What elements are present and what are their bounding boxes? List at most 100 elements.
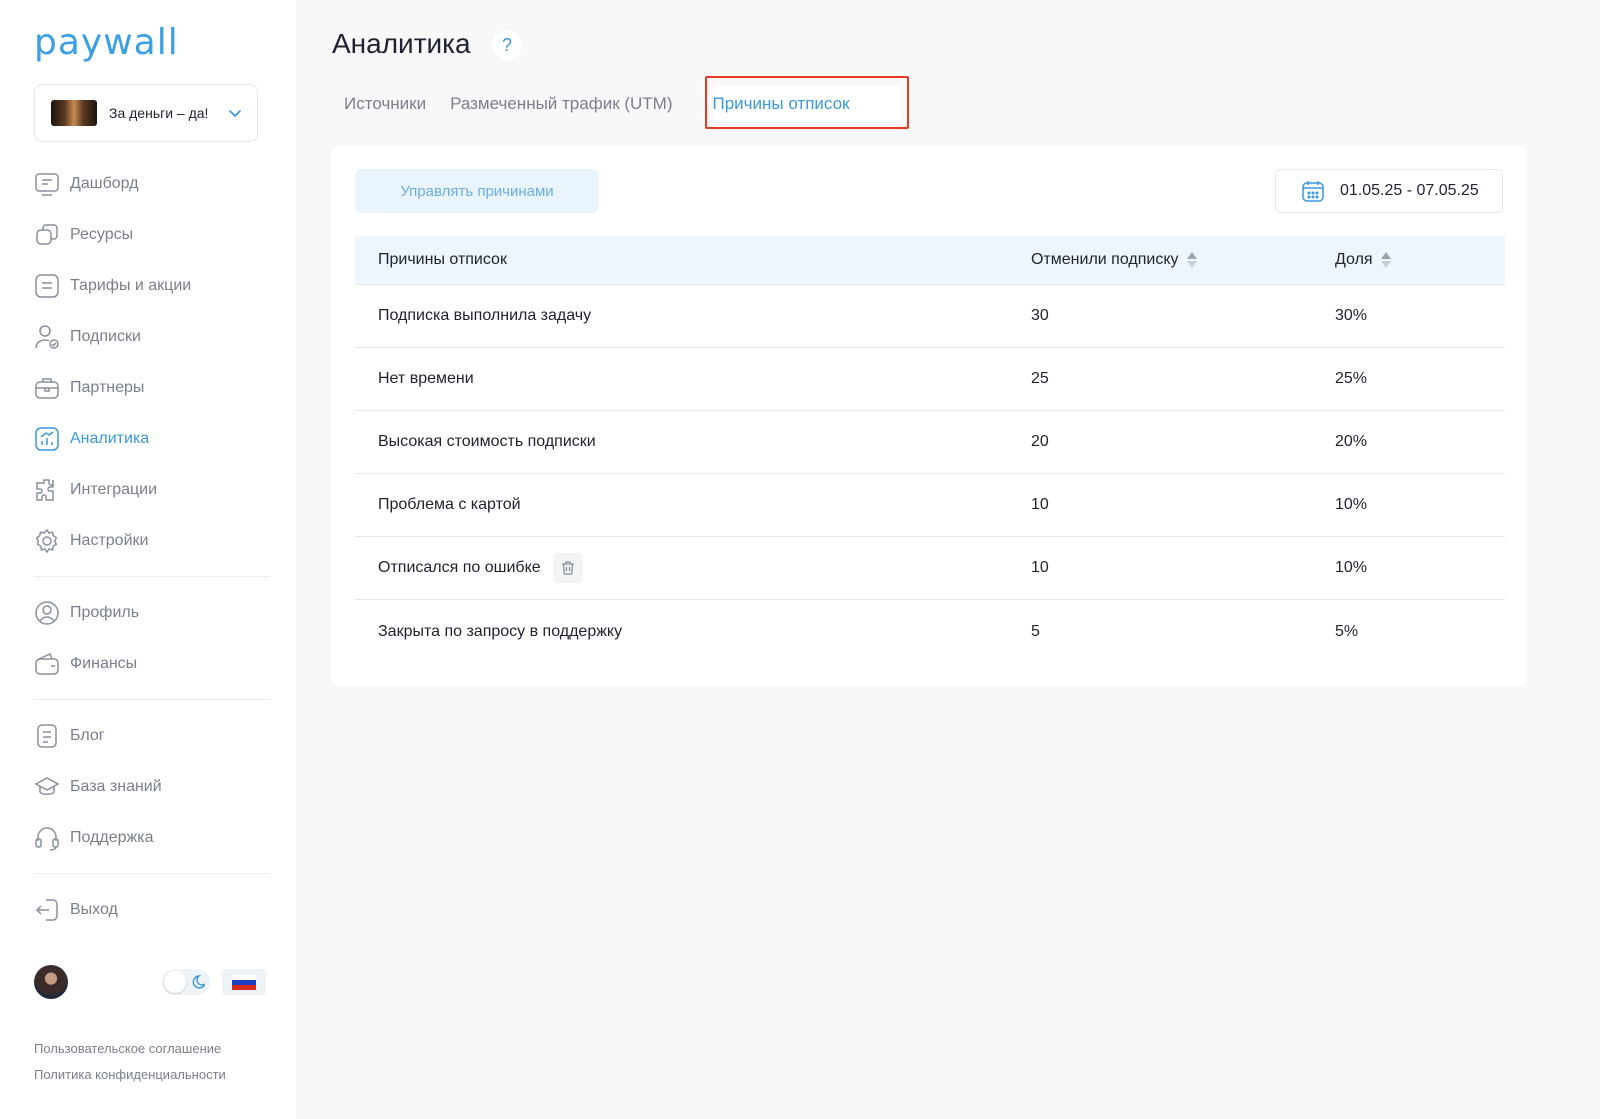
avatar[interactable] [34,965,68,999]
table-row: Проблема с картой 10 10% [355,474,1505,537]
toggle-knob [164,971,186,993]
privacy-link[interactable]: Политика конфиденциальности [34,1062,226,1088]
column-header-share[interactable]: Доля [1335,251,1505,269]
support-icon [35,826,59,851]
integrations-icon [36,478,54,501]
trash-icon [561,561,574,575]
reasons-table: Причины отписок Отменили подписку Доля П… [355,236,1505,663]
nav-item-tariffs[interactable]: Тарифы и акции [34,260,270,311]
cancelled-cell: 10 [1031,559,1049,576]
table-row: Высокая стоимость подписки 20 20% [355,411,1505,474]
analytics-icon [35,426,59,451]
help-icon[interactable]: ? [492,30,522,60]
tariffs-icon [35,273,59,298]
share-cell: 30% [1335,307,1368,324]
nav-label: Подписки [70,327,141,345]
settings-icon [35,528,58,553]
nav-label: Аналитика [70,429,150,447]
knowledge-base-icon [34,776,60,795]
nav-item-resources[interactable]: Ресурсы [34,209,270,260]
nav-divider [34,576,270,577]
table-row: Закрыта по запросу в поддержку 5 5% [355,600,1505,663]
sidebar-controls [34,965,270,1001]
share-cell: 25% [1335,370,1368,387]
table-header: Причины отписок Отменили подписку Доля [355,236,1505,285]
theme-toggle[interactable] [162,969,210,995]
reason-text: Проблема с картой [378,496,521,513]
date-range-picker[interactable]: 01.05.25 - 07.05.25 [1275,169,1503,213]
sidebar: paywall За деньги – да! Дашборд Ресурсы … [0,0,296,1119]
nav-item-analytics[interactable]: Аналитика [34,413,270,464]
page-title: Аналитика [332,28,471,59]
russian-flag-icon [232,974,256,990]
nav-item-subscriptions[interactable]: Подписки [34,311,270,362]
nav-item-support[interactable]: Поддержка [34,812,270,863]
nav-item-logout[interactable]: Выход [34,884,270,935]
column-header-cancelled[interactable]: Отменили подписку [1031,251,1335,269]
share-cell: 10% [1335,559,1368,576]
delete-reason-button[interactable] [552,553,583,583]
nav-item-integrations[interactable]: Интеграции [34,464,270,515]
sort-icon[interactable] [1186,252,1197,268]
nav-label: Дашборд [70,174,139,192]
cancelled-cell: 30 [1031,307,1049,324]
calendar-icon [1302,181,1324,202]
main-nav: Дашборд Ресурсы Тарифы и акции Подписки … [34,158,270,935]
reason-text: Подписка выполнила задачу [378,307,592,324]
tab-unsubscribe-reasons[interactable]: Причины отписок [701,86,862,122]
sort-icon[interactable] [1380,252,1391,268]
nav-divider [34,699,270,700]
share-cell: 5% [1335,622,1359,640]
chevron-down-icon [229,110,241,117]
reason-cell: Проблема с картой [355,496,1031,514]
project-thumbnail [51,100,97,126]
app-logo[interactable]: paywall [34,22,179,63]
nav-item-dashboard[interactable]: Дашборд [34,158,270,209]
cancelled-cell: 5 [1031,622,1040,640]
moon-icon [192,975,205,989]
share-cell: 20% [1335,433,1368,450]
profile-icon [35,600,59,625]
manage-reasons-button[interactable]: Управлять причинами [355,169,599,213]
nav-label: Ресурсы [70,225,134,243]
tab-utm[interactable]: Размеченный трафик (UTM) [438,86,684,122]
reason-text: Нет времени [378,370,474,387]
tab-bar: Источники Размеченный трафик (UTM) Причи… [332,86,862,122]
tab-sources[interactable]: Источники [332,86,438,122]
dashboard-icon [35,172,59,196]
project-selector[interactable]: За деньги – да! [34,84,258,142]
nav-item-settings[interactable]: Настройки [34,515,270,566]
logout-icon [35,898,58,921]
column-header-label: Отменили подписку [1031,251,1179,268]
table-row: Нет времени 25 25% [355,348,1505,411]
nav-label: Настройки [70,531,149,549]
nav-divider [34,873,270,874]
resources-icon [36,223,58,245]
share-cell: 10% [1335,496,1368,513]
table-row: Подписка выполнила задачу 30 30% [355,285,1505,348]
nav-label: Поддержка [70,828,154,846]
project-name: За деньги – да! [109,105,209,121]
nav-item-profile[interactable]: Профиль [34,587,270,638]
nav-label: Интеграции [70,480,158,498]
nav-item-knowledge-base[interactable]: База знаний [34,761,270,812]
nav-label: Тарифы и акции [70,276,192,294]
blog-icon [37,723,57,748]
finances-icon [35,652,59,675]
reason-cell: Высокая стоимость подписки [355,433,1031,451]
reason-text: Закрыта по запросу в поддержку [378,622,623,640]
footer-links: Пользовательское соглашение Политика кон… [34,1036,226,1088]
nav-item-blog[interactable]: Блог [34,710,270,761]
column-header-label: Доля [1335,251,1373,268]
reason-cell: Закрыта по запросу в поддержку [355,623,1031,641]
terms-link[interactable]: Пользовательское соглашение [34,1036,226,1062]
cancelled-cell: 25 [1031,370,1049,387]
nav-item-partners[interactable]: Партнеры [34,362,270,413]
reason-text: Отписался по ошибке [378,559,541,576]
nav-label: База знаний [70,777,162,795]
nav-item-finances[interactable]: Финансы [34,638,270,689]
table-row: Отписался по ошибке 10 10% [355,537,1505,600]
language-selector[interactable] [222,969,266,995]
nav-label: Блог [70,726,105,744]
nav-label: Финансы [70,654,138,672]
